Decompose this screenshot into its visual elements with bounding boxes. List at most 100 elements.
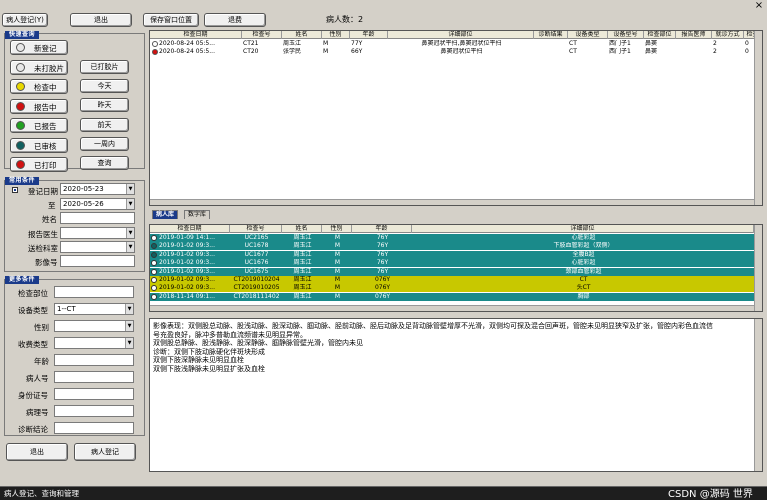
table-cell: 心脏彩超 (571, 259, 596, 267)
chevron-down-icon[interactable]: ▼ (125, 338, 133, 348)
column-header[interactable]: 详细部位 (412, 225, 754, 233)
table-cell: 周玉江 (293, 234, 312, 241)
column-header[interactable]: 设备型号 (608, 31, 644, 39)
history-row[interactable]: 2019-01-02 09:3... UC1676 周玉江 M 76Y 心脏彩超 (150, 259, 756, 268)
column-header[interactable]: 检查日期 (150, 225, 230, 233)
name-field[interactable] (60, 212, 135, 224)
close-icon[interactable]: × (754, 1, 764, 11)
condition-field[interactable] (54, 388, 134, 400)
report-line: 号充盈良好，脉冲多普勒血流频谱未见明显异常。 (153, 330, 307, 339)
to-date-field[interactable]: 2020-05-26 ▼ (60, 198, 135, 210)
quick-date-button[interactable]: 昨天 (80, 98, 129, 112)
column-header[interactable]: 性别 (322, 31, 350, 39)
reg-date-checkbox[interactable] (12, 187, 18, 193)
save-window-position-button[interactable]: 保存窗口位置 (143, 13, 199, 27)
chevron-down-icon[interactable]: ▼ (126, 199, 134, 209)
column-header[interactable]: 设备类型 (568, 31, 608, 39)
patient-count-label: 病人数：2 (326, 15, 364, 24)
table-row[interactable]: 2020-08-24 05:5... CT21 周玉江 M 77Y 鼻窦冠状平扫,鼻窦冠状… (150, 40, 756, 48)
condition-field[interactable]: 1--CT ▼ (54, 303, 134, 315)
quick-date-button[interactable]: 已打胶片 (80, 60, 129, 74)
quick-date-button[interactable]: 今天 (80, 79, 129, 93)
from-date-field[interactable]: 2020-05-23 ▼ (60, 183, 135, 195)
table-cell: 周玉江 (293, 250, 312, 258)
history-grid[interactable]: 检查日期 检查号 姓名 性别 年龄 详细部位 2019-01-09 14:1... UC21… (149, 224, 763, 312)
horizontal-scrollbar[interactable] (150, 199, 756, 205)
condition-field[interactable] (54, 371, 134, 383)
condition-label: 病人号 (26, 374, 49, 383)
chevron-down-icon[interactable]: ▼ (126, 228, 134, 238)
table-cell: 77Y (351, 40, 363, 47)
current-patients-grid[interactable]: 检查日期 检查号 姓名 性别 年龄 详细部位 诊断结果 设备类型 设备型号 检查部位 报告医师 就诊方… (149, 30, 763, 206)
column-header[interactable]: 详细部位 (388, 31, 534, 39)
column-header[interactable]: 检查号 (230, 225, 282, 233)
condition-field[interactable] (54, 354, 134, 366)
status-filter-label: 未打胶片 (34, 63, 64, 73)
vertical-scrollbar[interactable] (754, 31, 762, 205)
table-cell: CT21 (243, 40, 259, 47)
table-cell: M (334, 250, 341, 258)
history-horizontal-scrollbar[interactable] (150, 305, 756, 311)
condition-field[interactable] (54, 405, 134, 417)
condition-field[interactable]: ▼ (54, 337, 134, 349)
common-conditions-title: 常用条件 (5, 177, 40, 185)
chevron-down-icon[interactable]: ▼ (125, 304, 133, 314)
table-cell: 76Y (376, 267, 389, 275)
refund-button[interactable]: 退费 (204, 13, 266, 27)
column-header[interactable]: 检查号 (242, 31, 282, 39)
report-doctor-select[interactable]: ▼ (60, 227, 135, 239)
table-cell: 2019-01-09 14:1... (159, 234, 215, 241)
report-text-area[interactable]: 影像表现：双侧股总动脉、股浅动脉、股深动脉、腘动脉、胫前动脉、胫后动脉及足背动脉… (149, 318, 763, 472)
status-dot-icon (16, 140, 25, 150)
quick-query-title: 快速查询 (5, 31, 40, 39)
condition-field[interactable]: ▼ (54, 320, 134, 332)
table-cell: 2 (713, 40, 717, 47)
table-cell: UC1676 (244, 259, 269, 267)
chevron-down-icon[interactable]: ▼ (125, 321, 133, 331)
column-header[interactable]: 年龄 (350, 31, 388, 39)
chevron-down-icon[interactable]: ▼ (126, 184, 134, 194)
report-line: 影像表现：双侧股总动脉、股浅动脉、股深动脉、腘动脉、胫前动脉、胫后动脉及足背动脉… (153, 322, 713, 330)
column-header[interactable]: 姓名 (282, 225, 322, 233)
column-header[interactable]: 年龄 (352, 225, 412, 233)
history-row[interactable]: 2019-01-02 09:3... UC1675 周玉江 M 76Y 颈部血管彩超 (150, 267, 756, 276)
status-text: 病人登记、查询和管理 (4, 489, 79, 498)
condition-field[interactable] (54, 286, 134, 298)
bottom-exit-button[interactable]: 退出 (6, 443, 68, 461)
table-cell: UC1675 (244, 267, 269, 275)
tab-0[interactable]: 病人库 (152, 210, 179, 219)
quick-date-button[interactable]: 查询 (80, 156, 129, 170)
send-room-select[interactable]: ▼ (60, 241, 135, 253)
condition-label: 收费类型 (18, 340, 48, 349)
history-vertical-scrollbar[interactable] (754, 225, 762, 311)
table-row[interactable]: 2020-08-24 05:5... CT20 张学民 M 66Y 鼻窦冠状位平扫 CT 西门… (150, 48, 756, 56)
report-vertical-scrollbar[interactable] (754, 319, 762, 471)
history-row[interactable]: 2019-01-02 09:3... UC1678 周玉江 M 76Y 下肢血管彩超（双侧… (150, 242, 756, 251)
condition-field[interactable] (54, 422, 134, 434)
table-cell: 2020-08-24 05:5... (159, 40, 215, 47)
column-header[interactable]: 诊断结果 (534, 31, 568, 39)
quick-date-button[interactable]: 前天 (80, 118, 129, 132)
status-filter-label: 新登记 (34, 44, 57, 53)
image-no-field[interactable] (60, 255, 135, 267)
bottom-register-button[interactable]: 病人登记 (74, 443, 136, 461)
column-header[interactable]: 检查日期 (150, 31, 242, 39)
quick-date-button[interactable]: 一周内 (80, 137, 129, 151)
history-row[interactable]: 2019-01-02 09:3... CT2019010205 周玉江 M 076Y 头C… (150, 284, 756, 293)
table-cell (676, 40, 712, 48)
column-header[interactable]: 报告医师 (676, 31, 712, 39)
history-row[interactable]: 2019-01-09 14:1... UC2165 周玉江 M 76Y 心脏彩超 (150, 234, 756, 242)
tab-1[interactable]: 数字库 (184, 210, 211, 219)
table-cell: 周玉江 (293, 292, 312, 300)
patient-register-button[interactable]: 病人登记(Y) (2, 13, 48, 27)
chevron-down-icon[interactable]: ▼ (126, 242, 134, 252)
exit-button[interactable]: 退出 (70, 13, 132, 27)
history-row[interactable]: 2018-11-14 09:1... CT2018111402 周玉江 M 076Y 胸部 (150, 292, 756, 301)
column-header[interactable]: 姓名 (282, 31, 322, 39)
history-row[interactable]: 2019-01-02 09:3... UC1677 周玉江 M 76Y 全腹B超 (150, 250, 756, 259)
column-header[interactable]: 性别 (322, 225, 352, 233)
history-row[interactable]: 2019-01-02 09:3... CT2019010204 周玉江 M 076Y CT (150, 276, 756, 284)
column-header[interactable]: 就诊方式 (712, 31, 744, 39)
column-header[interactable]: 检查部位 (644, 31, 676, 39)
table-cell: 周玉江 (293, 267, 312, 275)
